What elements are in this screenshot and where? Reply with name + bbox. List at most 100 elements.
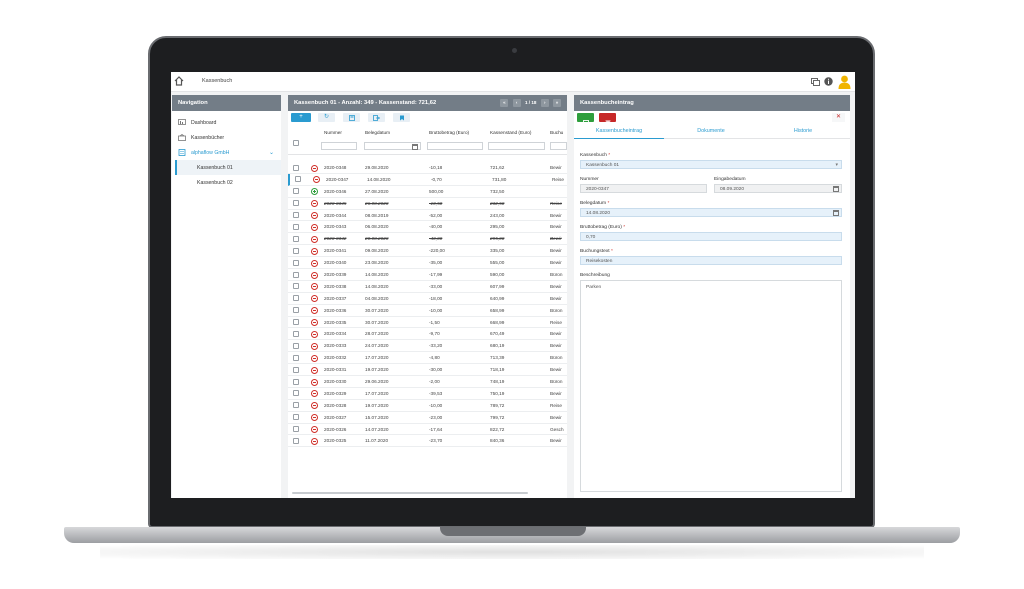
- belegdatum-field[interactable]: 14.08.2020: [580, 208, 842, 217]
- row-checkbox[interactable]: [293, 164, 299, 171]
- row-checkbox[interactable]: [293, 259, 299, 266]
- filter-belegdatum-input[interactable]: [364, 142, 421, 150]
- row-checkbox[interactable]: [293, 212, 299, 219]
- table-row[interactable]: 2020-0331 19.07.2020 -30,00 718,19 Bewir: [288, 364, 567, 377]
- row-checkbox[interactable]: [293, 390, 299, 397]
- table-row[interactable]: 2020-0335 30.07.2020 -1,50 668,99 Reise: [288, 317, 567, 329]
- prev-page-button[interactable]: ‹: [512, 99, 521, 107]
- detail-toolbar: ✕: [574, 111, 850, 126]
- tab-dokumente[interactable]: Dokumente: [666, 128, 756, 134]
- table-row[interactable]: 2020-0325 11.07.2020 -23,70 840,36 Bewir: [288, 435, 567, 448]
- table-row[interactable]: 2020-0336 30.07.2020 -10,00 658,99 Büron: [288, 305, 567, 317]
- table-row[interactable]: 2020-0341 09.08.2020 -220,00 335,00 Bewir: [288, 245, 567, 258]
- table-row[interactable]: 2020-0340 23.08.2020 -35,00 555,00 Bewir: [288, 257, 567, 270]
- row-checkbox[interactable]: [293, 295, 299, 302]
- row-checkbox[interactable]: [293, 200, 299, 207]
- table-row[interactable]: 2020-0329 17.07.2020 -39,53 750,19 Bewir: [288, 388, 567, 400]
- user-avatar-icon[interactable]: [838, 75, 851, 89]
- row-checkbox[interactable]: [293, 247, 299, 254]
- table-row[interactable]: 2020-0330 29.06.2020 -2,00 748,19 Büron: [288, 376, 567, 388]
- row-checkbox[interactable]: [295, 176, 301, 183]
- buchungstext-field[interactable]: Reisekosten: [580, 256, 842, 265]
- calendar-icon[interactable]: [412, 144, 418, 150]
- save-button[interactable]: [577, 113, 594, 126]
- home-icon[interactable]: [174, 76, 184, 86]
- table-row[interactable]: 2020-0326 14.07.2020 -17,64 822,72 Gesch: [288, 424, 567, 436]
- table-row[interactable]: 2020-0339 14.08.2020 -17,99 590,00 Büron: [288, 269, 567, 281]
- expense-icon: [311, 342, 318, 350]
- nav-item-dashboard[interactable]: Dashboard: [172, 115, 281, 130]
- column-nummer[interactable]: Nummer: [324, 130, 342, 135]
- column-buchungstext[interactable]: Buchu: [550, 130, 563, 135]
- cell-nummer: 2020-0334: [324, 331, 347, 337]
- row-checkbox[interactable]: [293, 319, 299, 326]
- row-checkbox[interactable]: [293, 426, 299, 433]
- row-checkbox[interactable]: [293, 283, 299, 290]
- first-page-button[interactable]: «: [500, 99, 509, 107]
- row-checkbox[interactable]: [293, 414, 299, 421]
- next-page-button[interactable]: ›: [540, 99, 549, 107]
- row-checkbox[interactable]: [293, 330, 299, 337]
- row-checkbox[interactable]: [293, 223, 299, 230]
- table-row[interactable]: 2020-0334 28.07.2020 -9,70 670,49 Bewir: [288, 328, 567, 341]
- table-row[interactable]: 2020-0343 06.08.2020 -40,00 295,00 Bewir: [288, 221, 567, 234]
- bookmark-button[interactable]: [393, 113, 410, 122]
- table-row[interactable]: 2020-0333 24.07.2020 -33,20 680,19 Bewir: [288, 340, 567, 353]
- refresh-button[interactable]: ↻: [318, 113, 335, 122]
- column-belegdatum[interactable]: Belegdatum: [365, 130, 390, 135]
- row-checkbox[interactable]: [293, 354, 299, 361]
- column-bruttobetrag[interactable]: Bruttobetrag (Euro): [429, 130, 469, 135]
- export-button[interactable]: [368, 113, 385, 122]
- table-row[interactable]: 2020-0337 04.08.2020 -18,00 640,99 Bewir: [288, 293, 567, 305]
- row-checkbox[interactable]: [293, 188, 299, 195]
- row-checkbox[interactable]: [293, 378, 299, 385]
- filter-betrag-input[interactable]: [427, 142, 483, 150]
- breadcrumb[interactable]: Kassenbuch: [202, 78, 232, 84]
- row-checkbox[interactable]: [293, 437, 299, 444]
- filter-nummer-input[interactable]: [321, 142, 357, 150]
- calendar-icon[interactable]: [833, 210, 839, 216]
- nav-sub-kassenbuch-01[interactable]: Kassenbuch 01: [175, 160, 281, 175]
- close-button[interactable]: ✕: [832, 113, 845, 122]
- nav-sub-kassenbuch-02[interactable]: Kassenbuch 02: [175, 175, 281, 190]
- row-checkbox[interactable]: [293, 342, 299, 349]
- kassenbuch-select[interactable]: Kassenbuch 01 ▾: [580, 160, 842, 169]
- table-row[interactable]: 2020-0344 08.08.2019 -52,00 243,00 Bewir: [288, 210, 567, 222]
- nav-item-alphaflow[interactable]: alphaflow GmbH ⌄: [172, 145, 281, 160]
- row-checkbox[interactable]: [293, 366, 299, 373]
- expense-icon: [311, 259, 318, 267]
- tab-kassenbucheintrag[interactable]: Kassenbucheintrag: [574, 128, 664, 139]
- tab-historie[interactable]: Historie: [758, 128, 848, 134]
- table-row[interactable]: 2020-0338 14.08.2020 -33,00 607,99 Bewir: [288, 281, 567, 293]
- table-row[interactable]: 2020-0328 19.07.2020 -10,00 789,72 Reise: [288, 400, 567, 412]
- chevron-down-icon[interactable]: ⌄: [269, 149, 274, 156]
- add-entry-button[interactable]: +: [291, 113, 311, 122]
- last-page-button[interactable]: »: [553, 99, 561, 107]
- row-checkbox[interactable]: [293, 307, 299, 314]
- table-row[interactable]: 2020-0342 20.08.2020 -40,00 295,00 Bewir: [288, 233, 567, 246]
- horizontal-scrollbar[interactable]: [292, 492, 528, 494]
- row-checkbox[interactable]: [293, 402, 299, 409]
- row-checkbox[interactable]: [293, 235, 299, 242]
- row-checkbox[interactable]: [293, 271, 299, 278]
- info-icon[interactable]: [824, 77, 833, 86]
- bruttobetrag-field[interactable]: 0,70: [580, 232, 842, 241]
- cell-nummer: 2020-0348: [324, 165, 347, 170]
- table-row[interactable]: 2020-0347 14.08.2020 -0,70 731,80 Reise: [288, 173, 567, 186]
- delete-button[interactable]: [599, 113, 616, 126]
- table-row[interactable]: 2020-0346 27.08.2020 500,00 732,50: [288, 186, 567, 198]
- filter-kassenstand-input[interactable]: [488, 142, 545, 150]
- beschreibung-textarea[interactable]: Parken: [580, 280, 842, 492]
- table-row[interactable]: 2020-0332 17.07.2020 -4,80 713,39 Büron: [288, 352, 567, 365]
- filter-buchungstext-input[interactable]: [550, 142, 567, 150]
- table-row[interactable]: 2020-0345 26.08.2020 -10,50 232,50 Reise: [288, 198, 567, 210]
- column-kassenstand[interactable]: Kassenstand (Euro): [490, 130, 531, 135]
- cell-buchungstext: Büron: [550, 272, 563, 278]
- table-row[interactable]: 2020-0327 15.07.2020 -23,00 799,72 Bewir: [288, 412, 567, 424]
- cell-buchungstext: Büron: [550, 307, 563, 313]
- calculator-button[interactable]: [343, 113, 360, 122]
- table-row[interactable]: 2020-0348 29.08.2020 -10,18 721,62 Bewir: [288, 162, 567, 174]
- window-icon[interactable]: [811, 77, 820, 86]
- select-all-checkbox[interactable]: [293, 140, 299, 146]
- nav-item-kassenbuecher[interactable]: Kassenbücher: [172, 130, 281, 145]
